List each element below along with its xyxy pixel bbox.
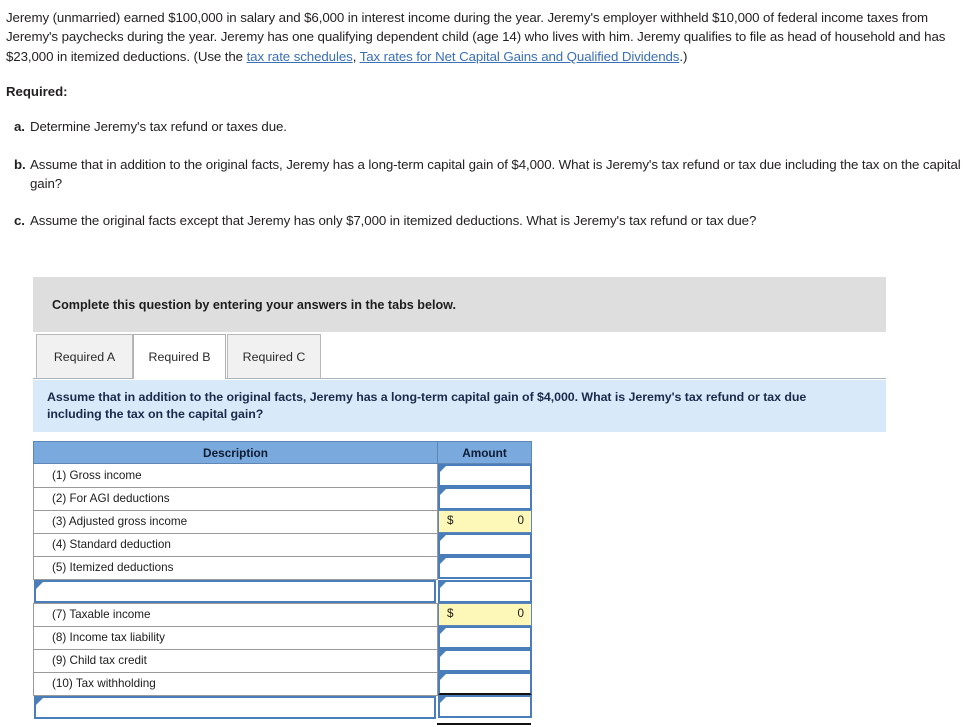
cell-marker-triangle-icon (439, 581, 446, 588)
amount-input-income-tax-liability[interactable] (438, 626, 532, 649)
tax-rate-schedules-link[interactable]: tax rate schedules (247, 49, 353, 64)
currency-symbol: $ (447, 514, 454, 527)
amount-cell-standard-deduction (437, 533, 532, 556)
amount-input-itemized-deductions[interactable] (438, 556, 532, 579)
required-item-a: a. Determine Jeremy's tax refund or taxe… (0, 117, 967, 136)
required-item-c-text: Assume the original facts except that Je… (30, 213, 757, 229)
row-label-tax-withholding: (10) Tax withholding (33, 671, 438, 696)
amount-input-standard-deduction[interactable] (438, 533, 532, 556)
required-heading: Required: (6, 84, 68, 100)
description-input-row-6[interactable] (33, 579, 436, 603)
amount-value: 0 (517, 607, 524, 620)
cell-marker-triangle-icon (35, 697, 43, 705)
problem-text-part-3: .) (679, 48, 688, 64)
cell-marker-triangle-icon (440, 558, 446, 564)
net-capital-gains-rates-link[interactable]: Tax rates for Net Capital Gains and Qual… (360, 49, 680, 64)
row-label-gross-income: (1) Gross income (33, 463, 438, 488)
amount-cell-gross-income (437, 463, 532, 487)
description-input-total-row[interactable] (33, 695, 436, 719)
amount-input-gross-income[interactable] (438, 464, 532, 487)
problem-statement: Jeremy (unmarried) earned $100,000 in sa… (0, 0, 967, 66)
instruction-bar: Complete this question by entering your … (33, 277, 886, 332)
required-item-c-label: c. (14, 213, 25, 229)
row-label-taxable-income: (7) Taxable income (33, 602, 438, 627)
calculated-amount-taxable-income: $ 0 (438, 603, 532, 626)
amount-cell-itemized-deductions (437, 556, 532, 579)
required-item-c: c. Assume the original facts except that… (0, 211, 967, 230)
cell-marker-triangle-icon (440, 489, 446, 495)
table-row: (1) Gross income (33, 463, 532, 488)
amount-cell-row-6 (437, 579, 532, 603)
amount-value: 0 (517, 514, 524, 527)
table-row (33, 695, 532, 719)
description-cell-row-6 (33, 579, 438, 603)
row-label-for-agi-deductions: (2) For AGI deductions (33, 486, 438, 511)
required-item-b-text: Assume that in addition to the original … (30, 156, 961, 192)
amount-cell-for-agi-deductions (437, 487, 532, 510)
amount-cell-income-tax-liability (437, 626, 532, 649)
tab-required-c[interactable]: Required C (227, 334, 321, 378)
cell-marker-triangle-icon (440, 466, 446, 472)
required-item-a-label: a. (14, 119, 25, 135)
cell-marker-triangle-icon (440, 535, 446, 541)
column-header-description: Description (33, 441, 438, 464)
table-row: (7) Taxable income $ 0 (33, 602, 532, 627)
required-item-a-text: Determine Jeremy's tax refund or taxes d… (30, 119, 287, 135)
table-row: (3) Adjusted gross income $ 0 (33, 509, 532, 534)
amount-cell-taxable-income: $ 0 (437, 603, 532, 626)
amount-input-tax-withholding[interactable] (438, 672, 532, 695)
calculated-amount-adjusted-gross-income: $ 0 (438, 510, 532, 533)
cell-marker-triangle-icon (35, 581, 43, 589)
cell-marker-triangle-icon (440, 651, 446, 657)
amount-cell-adjusted-gross-income: $ 0 (437, 510, 532, 533)
amount-input-child-tax-credit[interactable] (438, 649, 532, 672)
table-row: (4) Standard deduction (33, 532, 532, 557)
table-row: (8) Income tax liability (33, 625, 532, 650)
tab-bar: Required A Required B Required C (33, 334, 886, 379)
description-cell-total-row (33, 695, 438, 719)
cell-marker-triangle-icon (440, 628, 446, 634)
question-prompt-panel: Assume that in addition to the original … (33, 380, 886, 432)
answer-worksheet-table: Description Amount (1) Gross income (2) … (33, 441, 532, 719)
row-label-child-tax-credit: (9) Child tax credit (33, 648, 438, 673)
tab-required-b[interactable]: Required B (133, 334, 226, 379)
row-label-itemized-deductions: (5) Itemized deductions (33, 555, 438, 580)
table-row: (10) Tax withholding (33, 671, 532, 696)
row-label-standard-deduction: (4) Standard deduction (33, 532, 438, 557)
row-label-income-tax-liability: (8) Income tax liability (33, 625, 438, 650)
problem-text-part-2: , (352, 48, 360, 64)
cell-marker-triangle-icon (439, 697, 446, 704)
amount-input-for-agi-deductions[interactable] (438, 487, 532, 510)
required-item-b-label: b. (14, 156, 26, 172)
table-row: (9) Child tax credit (33, 648, 532, 673)
table-header-row: Description Amount (33, 441, 532, 464)
amount-cell-child-tax-credit (437, 649, 532, 672)
table-row: (5) Itemized deductions (33, 555, 532, 580)
required-item-b: b. Assume that in addition to the origin… (0, 155, 967, 194)
amount-cell-tax-withholding (437, 672, 532, 695)
column-header-amount: Amount (437, 441, 532, 464)
required-list: a. Determine Jeremy's tax refund or taxe… (0, 117, 967, 231)
currency-symbol: $ (447, 607, 454, 620)
amount-input-total-row[interactable] (437, 695, 532, 719)
amount-input-row-6[interactable] (437, 579, 532, 603)
row-label-adjusted-gross-income: (3) Adjusted gross income (33, 509, 438, 534)
tab-required-a[interactable]: Required A (36, 334, 133, 378)
instruction-bar-text: Complete this question by entering your … (52, 297, 456, 312)
table-row: (2) For AGI deductions (33, 486, 532, 511)
total-double-underline (437, 723, 531, 725)
amount-cell-total-row (437, 695, 532, 719)
worksheet-page: Jeremy (unmarried) earned $100,000 in sa… (0, 0, 967, 727)
cell-marker-triangle-icon (440, 674, 446, 680)
table-row (33, 579, 532, 603)
